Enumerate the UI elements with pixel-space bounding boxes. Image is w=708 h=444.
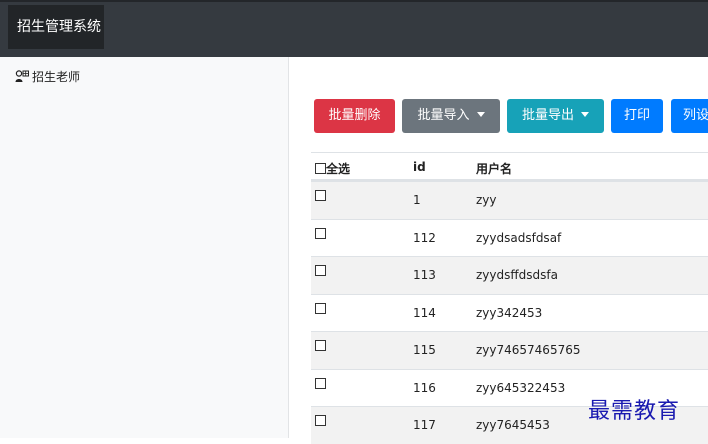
row-id: 117 [413,418,436,432]
select-all-header[interactable]: 全选 [315,160,350,177]
batch-delete-button[interactable]: 批量删除 [314,99,395,133]
print-button[interactable]: 打印 [611,99,663,133]
row-id: 115 [413,343,436,357]
sidebar: 招生老师 [0,57,289,438]
row-username: zyy645322453 [476,380,566,395]
app-title[interactable]: 招生管理系统 [8,5,104,49]
batch-export-button[interactable]: 批量导出 [507,99,604,133]
row-checkbox[interactable] [315,414,326,428]
row-checkbox[interactable] [315,264,326,278]
row-username: zyydsffdsdsfa [476,268,558,282]
row-username: zyy342453 [476,305,543,320]
row-checkbox[interactable] [315,377,326,391]
row-username: zyydsadsfdsaf [476,230,562,245]
batch-export-label: 批量导出 [521,108,574,123]
table-row: 115 zyy74657465765 [311,331,708,369]
row-username: zyy [476,193,497,207]
row-checkbox[interactable] [315,227,326,241]
batch-import-label: 批量导入 [417,108,470,123]
watermark-text: 最需教育 [588,399,681,424]
table-row: 1 zyy [311,181,708,219]
row-id: 114 [413,305,436,320]
sidebar-item-label: 招生老师 [32,70,81,84]
username-column-header: 用户名 [476,162,513,176]
sidebar-item-teachers[interactable]: 招生老师 [15,68,80,85]
table-row: 113 zyydsffdsdsfa [311,256,708,294]
row-id: 1 [413,193,421,207]
main-content: 批量删除 批量导入 批量导出 打印 列设 全选 id 用户名 1 zyy 112… [290,57,708,444]
row-checkbox[interactable] [315,189,326,203]
table-row: 114 zyy342453 [311,293,708,332]
id-column-header: id [413,160,426,174]
row-id: 113 [413,268,436,282]
table-header: 全选 id 用户名 [311,152,708,181]
select-all-checkbox[interactable] [315,163,326,174]
top-border [0,0,708,2]
caret-down-icon [476,112,485,117]
row-checkbox[interactable] [315,302,326,316]
row-checkbox[interactable] [315,339,326,353]
row-username: zyy7645453 [476,418,550,432]
row-id: 116 [413,380,436,395]
select-all-label: 全选 [326,162,351,176]
batch-import-button[interactable]: 批量导入 [402,99,500,133]
table-row: 112 zyydsadsfdsaf [311,218,708,257]
column-settings-button[interactable]: 列设 [671,99,708,133]
caret-down-icon [581,112,589,117]
row-id: 112 [413,230,436,245]
row-username: zyy74657465765 [476,343,581,357]
user-table-icon [15,70,29,83]
top-navbar: 招生管理系统 [0,0,708,57]
